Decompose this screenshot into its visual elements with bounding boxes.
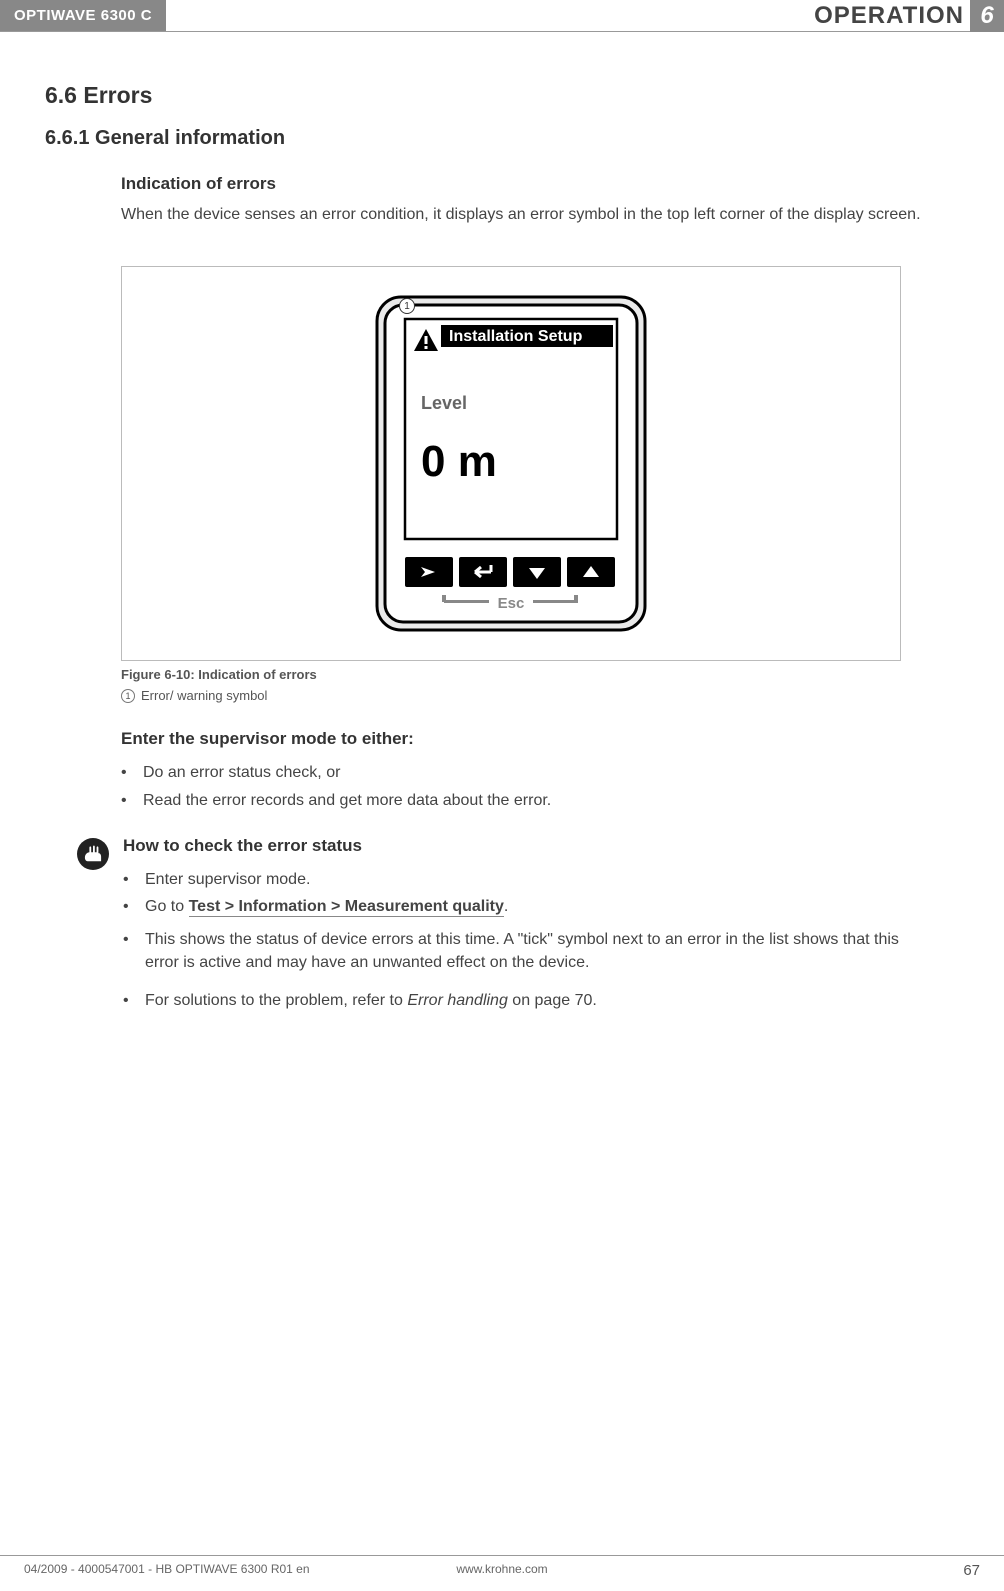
annotation-number: 1 xyxy=(121,689,135,703)
heading-supervisor: Enter the supervisor mode to either: xyxy=(121,729,949,749)
device-display-illustration: Installation Setup Level 0 m xyxy=(371,291,651,636)
device-esc-label: Esc xyxy=(498,595,525,612)
heading-6-6-1: 6.6.1 General information xyxy=(45,127,949,150)
figure-caption: Figure 6-10: Indication of errors xyxy=(121,667,949,682)
annotation-label: Error/ warning symbol xyxy=(141,688,267,703)
note-block: How to check the error status Enter supe… xyxy=(77,836,949,1014)
figure-annotation: 1 Error/ warning symbol xyxy=(121,688,949,703)
device-header-label: Installation Setup xyxy=(449,328,583,345)
bullet-status-desc: This shows the status of device errors a… xyxy=(123,926,909,976)
section-label: OPERATION 6 xyxy=(814,0,1004,31)
page-footer: 04/2009 - 4000547001 - HB OPTIWAVE 6300 … xyxy=(0,1555,1004,1579)
heading-check-status: How to check the error status xyxy=(123,836,909,856)
footer-doc-id: 04/2009 - 4000547001 - HB OPTIWAVE 6300 … xyxy=(24,1562,310,1579)
bullet-read-records: Read the error records and get more data… xyxy=(121,787,949,814)
bullet-go-to-test: Go to Test > Information > Measurement q… xyxy=(123,893,909,920)
heading-6-6: 6.6 Errors xyxy=(45,82,949,109)
supervisor-bullets: Do an error status check, or Read the er… xyxy=(121,759,949,813)
chapter-number: 6 xyxy=(970,0,1004,32)
footer-url: www.krohne.com xyxy=(456,1562,547,1576)
check-status-bullets: Enter supervisor mode. Go to Test > Info… xyxy=(123,866,909,920)
hand-icon xyxy=(77,838,109,870)
footer-page-number: 67 xyxy=(963,1562,980,1579)
bullet-do-check: Do an error status check, or xyxy=(121,759,949,786)
section-title: OPERATION xyxy=(814,2,964,30)
figure-6-10: 1 Installation Setup Level 0 xyxy=(121,266,901,661)
solution-bullets: For solutions to the problem, refer to E… xyxy=(123,987,909,1014)
intro-paragraph: When the device senses an error conditio… xyxy=(121,204,949,226)
device-measure-label: Level xyxy=(421,393,467,413)
bullet-enter-supervisor: Enter supervisor mode. xyxy=(123,866,909,893)
bullet-solutions: For solutions to the problem, refer to E… xyxy=(123,987,909,1014)
page-header: OPTIWAVE 6300 C OPERATION 6 xyxy=(0,0,1004,32)
device-measure-value: 0 m xyxy=(421,437,497,486)
product-name: OPTIWAVE 6300 C xyxy=(0,0,166,31)
page-content: 6.6 Errors 6.6.1 General information Ind… xyxy=(0,32,1004,1014)
heading-indication: Indication of errors xyxy=(121,174,949,194)
result-bullets: This shows the status of device errors a… xyxy=(123,926,909,976)
